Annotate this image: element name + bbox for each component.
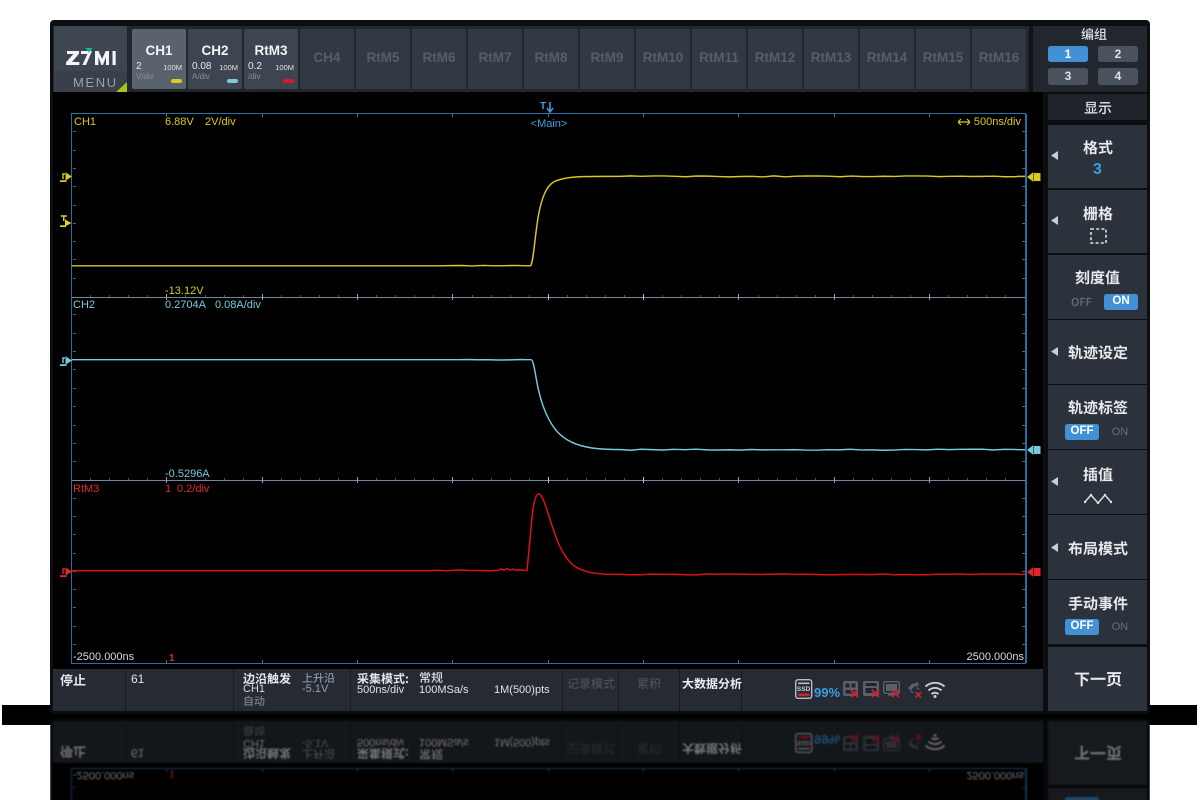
svg-text:SSD: SSD (797, 686, 811, 693)
svg-text:SSD: SSD (797, 739, 811, 746)
